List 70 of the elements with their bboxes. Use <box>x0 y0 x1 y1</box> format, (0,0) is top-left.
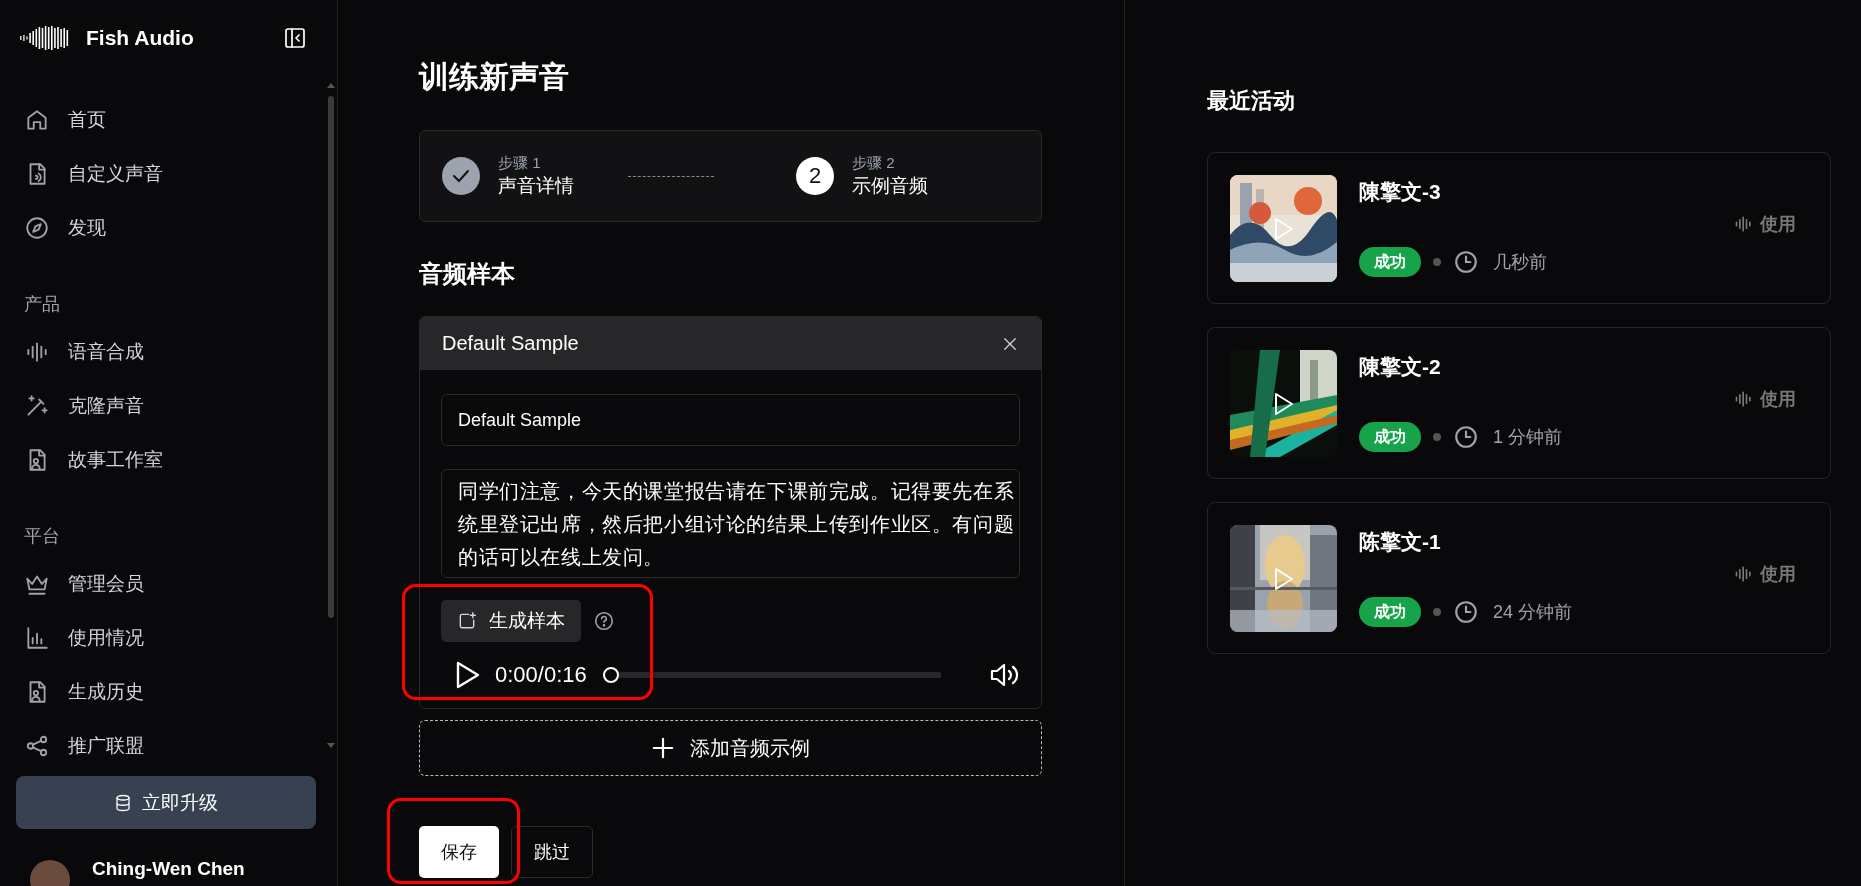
voice-card[interactable]: 陈擎文-1 成功 24 分钟前 使用 <box>1207 502 1831 654</box>
sidebar-toggle-icon[interactable] <box>283 25 307 50</box>
step-caption: 步骤 2 <box>852 153 896 173</box>
seek-handle[interactable] <box>602 667 619 683</box>
nav-item[interactable]: 推广联盟 <box>0 719 144 773</box>
play-icon[interactable] <box>455 661 481 689</box>
upgrade-button[interactable]: 立即升级 <box>16 776 316 829</box>
section-heading: 最近活动 <box>1207 87 1296 115</box>
user-name: Ching-Wen Chen <box>92 859 245 879</box>
waveform-icon <box>1734 214 1754 234</box>
nav-item[interactable]: 克隆声音 <box>0 379 144 433</box>
nav-item[interactable]: 管理会员 <box>0 557 144 611</box>
logo-icon <box>20 25 70 50</box>
use-button[interactable]: 使用 <box>1734 212 1796 236</box>
share-icon <box>24 733 50 759</box>
time-ago: 几秒前 <box>1493 250 1547 274</box>
voice-name: 陳擎文-2 <box>1359 353 1442 380</box>
section-label: 产品 <box>23 293 61 316</box>
sample-title: Default Sample <box>442 332 579 355</box>
use-button[interactable]: 使用 <box>1734 387 1796 411</box>
clock-icon <box>1453 248 1479 275</box>
use-button[interactable]: 使用 <box>1734 562 1796 586</box>
nav-item[interactable]: 使用情况 <box>0 611 144 665</box>
voice-card[interactable]: 陳擎文-3 成功 几秒前 使用 <box>1207 152 1831 304</box>
generate-sample-button[interactable]: 生成样本 <box>441 600 581 642</box>
nav-item[interactable]: 首页 <box>0 93 106 147</box>
clock-icon <box>1453 423 1479 450</box>
help-icon[interactable] <box>593 610 615 632</box>
add-sample-button[interactable]: 添加音频示例 <box>419 720 1042 776</box>
time-ago: 1 分钟前 <box>1493 425 1562 449</box>
step-number: 2 <box>796 157 834 195</box>
voice-card[interactable]: 陳擎文-2 成功 1 分钟前 使用 <box>1207 327 1831 479</box>
time-ago: 24 分钟前 <box>1493 600 1573 624</box>
volume-icon[interactable] <box>988 662 1019 688</box>
separator-dot <box>1433 607 1441 616</box>
name-field[interactable]: Default Sample <box>441 394 1020 446</box>
save-button[interactable]: 保存 <box>419 826 499 878</box>
text-field[interactable]: 同学们注意，今天的课堂报告请在下课前完成。记得要先在系统里登记出席，然后把小组讨论的结果上传到作业区。有问题的话可以在线上发问。 <box>441 469 1020 578</box>
waveform-icon <box>1734 389 1754 409</box>
section-label: 平台 <box>23 525 61 548</box>
nav-item[interactable]: 生成历史 <box>0 665 144 719</box>
section-heading: 音频样本 <box>419 259 516 289</box>
compass-icon <box>24 215 50 241</box>
skip-button[interactable]: 跳过 <box>511 826 593 878</box>
voice-name: 陈擎文-1 <box>1359 528 1442 555</box>
status-badge: 成功 <box>1359 421 1421 452</box>
step-caption: 步骤 1 <box>498 153 542 173</box>
bar-chart-icon <box>24 625 50 651</box>
nav-item[interactable]: 故事工作室 <box>0 433 163 487</box>
clock-icon <box>1453 598 1479 625</box>
plus-icon <box>651 737 674 759</box>
sparkle-icon <box>457 611 477 631</box>
status-badge: 成功 <box>1359 596 1421 627</box>
separator-dot <box>1433 257 1441 266</box>
play-icon[interactable] <box>1273 391 1295 416</box>
status-badge: 成功 <box>1359 246 1421 277</box>
magic-wand-icon <box>24 393 50 419</box>
time-display: 0:00/0:16 <box>495 662 587 688</box>
nav-item[interactable]: 发现 <box>0 201 106 255</box>
waveform-icon <box>1734 564 1754 584</box>
page-title: 训练新声音 <box>419 59 570 95</box>
step-title: 示例音频 <box>852 174 928 198</box>
brand-name: Fish Audio <box>86 25 194 50</box>
voice-name: 陳擎文-3 <box>1359 178 1442 205</box>
database-icon <box>114 793 132 812</box>
nav-item[interactable]: 语音合成 <box>0 325 144 379</box>
separator-dot <box>1433 432 1441 441</box>
play-icon[interactable] <box>1273 566 1295 591</box>
nav-item[interactable]: 自定义声音 <box>0 147 163 201</box>
step-title: 声音详情 <box>498 174 574 198</box>
